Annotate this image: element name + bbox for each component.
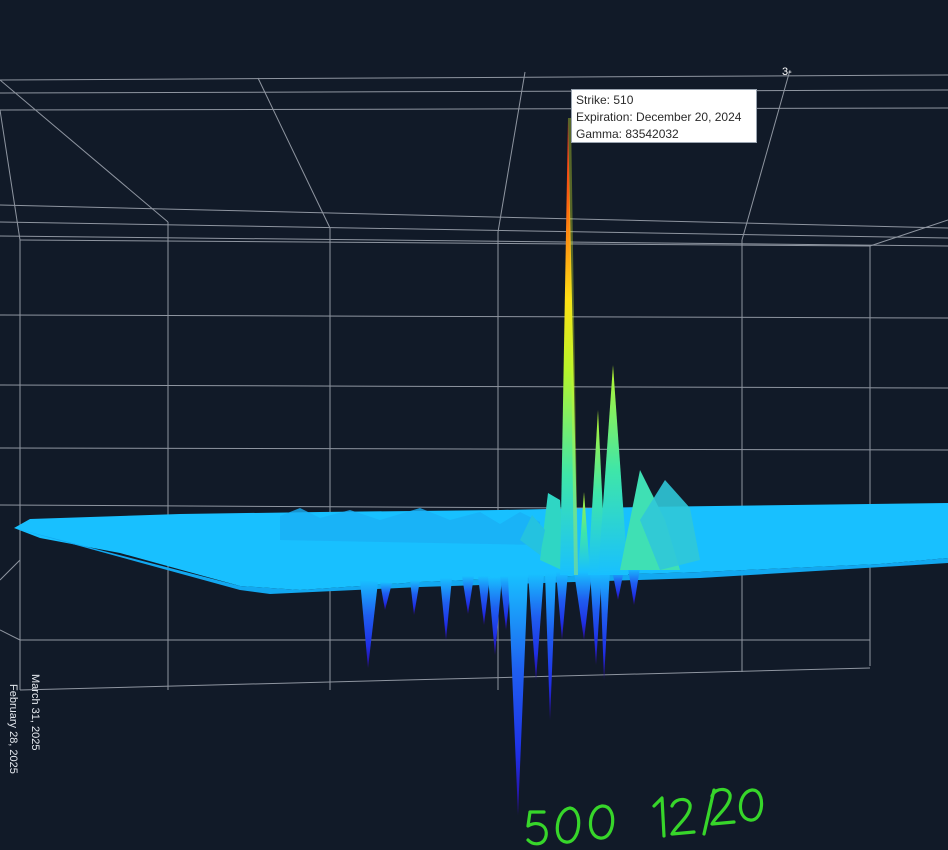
negative-spike — [440, 578, 452, 640]
negative-spike — [488, 577, 502, 655]
chart-canvas[interactable] — [0, 0, 948, 850]
grid-line — [0, 89, 948, 94]
negative-spike — [462, 576, 474, 614]
grid-line — [869, 219, 948, 247]
grid-line — [257, 77, 331, 229]
handwritten-stroke — [652, 796, 666, 838]
negative-spike — [528, 574, 544, 680]
grid-line — [0, 314, 948, 319]
grid-line — [0, 384, 948, 389]
negative-spike — [545, 573, 556, 720]
grid-line — [0, 559, 21, 581]
negative-spike — [478, 576, 490, 625]
negative-spike — [600, 570, 610, 680]
negative-spike — [590, 572, 602, 665]
handwritten-stroke — [670, 797, 696, 836]
grid-line — [0, 109, 21, 241]
expiration-tick-label: February 28, 2025 — [7, 684, 19, 774]
grid-lines — [0, 69, 948, 691]
negative-spike — [508, 575, 528, 815]
negative-spike — [360, 580, 378, 668]
negative-spike — [380, 582, 392, 610]
grid-line — [0, 74, 948, 81]
handwritten-annotation — [526, 787, 764, 846]
grid-line — [0, 447, 948, 451]
gamma-surface-chart: Strike: 510 Expiration: December 20, 202… — [0, 0, 948, 850]
grid-line — [0, 79, 169, 223]
handwritten-stroke — [555, 806, 581, 844]
handwritten-stroke — [526, 810, 548, 846]
handwritten-stroke — [738, 788, 764, 822]
negative-spike — [628, 568, 640, 605]
handwritten-stroke — [710, 787, 736, 826]
tooltip-expiration: Expiration: December 20, 2024 — [576, 110, 742, 124]
positive-gamma-spikes — [520, 118, 700, 575]
expiration-tick-label: March 31, 2025 — [29, 674, 41, 751]
positive-spike — [598, 365, 628, 575]
grid-line — [0, 629, 21, 641]
hover-tooltip: Strike: 510 Expiration: December 20, 202… — [571, 89, 757, 143]
negative-spike — [410, 580, 420, 615]
negative-spike — [556, 572, 568, 640]
tooltip-strike: Strike: 510 — [576, 93, 634, 107]
negative-gamma-spikes — [360, 568, 640, 815]
tooltip-gamma: Gamma: 83542032 — [576, 127, 679, 141]
axis-corner-label: 3- — [782, 66, 792, 78]
handwritten-stroke — [588, 804, 615, 840]
grid-line — [0, 107, 948, 111]
grid-line — [497, 71, 526, 233]
negative-spike — [574, 572, 592, 640]
